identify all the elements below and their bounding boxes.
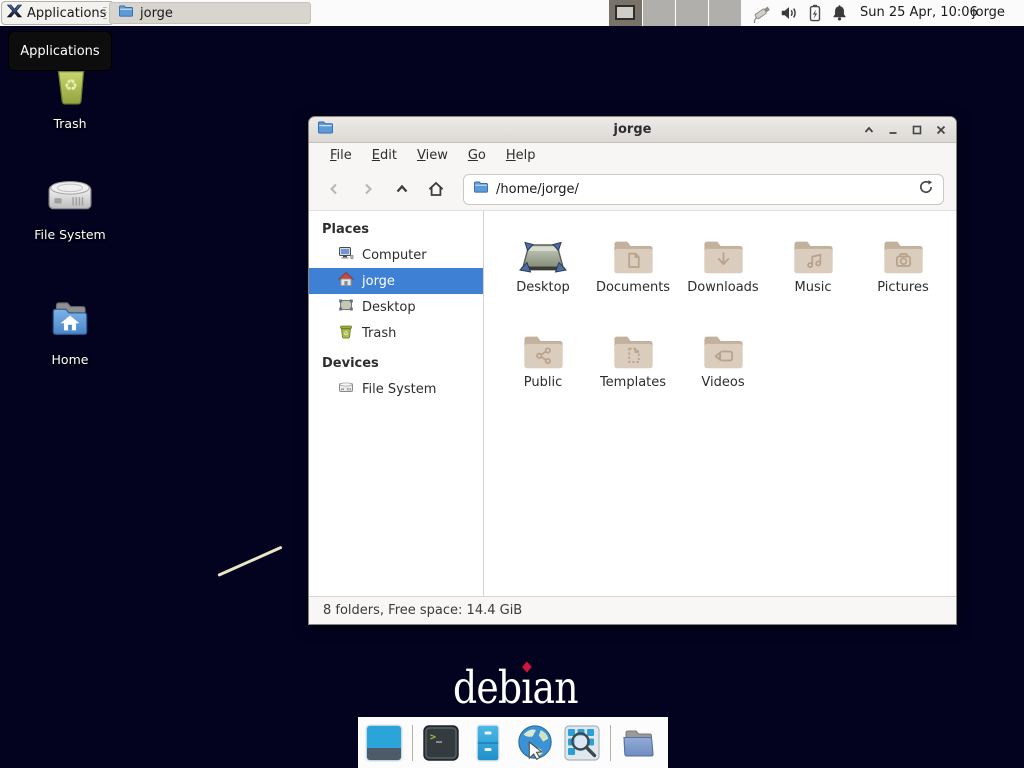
sidebar: Places Computer bbox=[309, 211, 484, 596]
desktop-icon-label: Trash bbox=[53, 116, 86, 131]
toolbar: /home/jorge/ bbox=[309, 168, 956, 210]
logo-text-pre: deb bbox=[453, 661, 521, 714]
sidebar-item-jorge[interactable]: jorge bbox=[309, 268, 483, 294]
xfce-x-icon bbox=[6, 3, 22, 23]
notification-bell-icon[interactable] bbox=[830, 3, 850, 23]
home-folder-icon bbox=[45, 292, 95, 346]
applications-menu-button[interactable]: Applications bbox=[1, 1, 114, 25]
computer-icon bbox=[338, 245, 354, 265]
sidebar-places-header: Places bbox=[309, 218, 483, 242]
menu-go[interactable]: Go bbox=[459, 145, 495, 166]
dock: > _ bbox=[358, 717, 668, 768]
desktop-icon-home[interactable]: Home bbox=[20, 292, 120, 367]
workspace-1[interactable] bbox=[609, 0, 642, 26]
desktop-icon-label: Home bbox=[52, 352, 89, 367]
desktop-special-icon bbox=[518, 227, 568, 277]
file-music[interactable]: Music bbox=[768, 227, 858, 322]
taskbar-folder-icon bbox=[118, 4, 134, 22]
menu-view[interactable]: View bbox=[408, 145, 457, 166]
taskbar-button-label: jorge bbox=[140, 6, 173, 21]
folder-downloads-icon bbox=[700, 227, 747, 277]
dock-separator bbox=[412, 725, 413, 761]
top-panel: Applications jorge bbox=[0, 0, 1024, 26]
file-cabinet-icon[interactable] bbox=[469, 723, 507, 763]
forward-button[interactable] bbox=[355, 176, 381, 202]
sidebar-item-trash[interactable]: ♻ Trash bbox=[309, 320, 483, 346]
drive-small-icon bbox=[338, 379, 354, 399]
power-plug-icon[interactable] bbox=[751, 3, 771, 23]
file-videos[interactable]: Videos bbox=[678, 322, 768, 417]
window-titlebar[interactable]: jorge bbox=[309, 117, 956, 143]
logo-text-post: an bbox=[533, 661, 578, 714]
show-desktop-icon[interactable] bbox=[365, 723, 403, 763]
pathbar-folder-icon bbox=[473, 180, 489, 198]
file-public[interactable]: Public bbox=[498, 322, 588, 417]
menu-file[interactable]: File bbox=[321, 145, 361, 166]
file-pictures[interactable]: Pictures bbox=[858, 227, 948, 322]
home-icon bbox=[338, 271, 354, 291]
maximize-button[interactable] bbox=[909, 122, 924, 137]
file-documents[interactable]: Documents bbox=[588, 227, 678, 322]
svg-text:_: _ bbox=[436, 732, 443, 743]
folder-videos-icon bbox=[700, 322, 747, 372]
close-button[interactable] bbox=[933, 122, 948, 137]
volume-icon[interactable] bbox=[779, 3, 799, 23]
address-text: /home/jorge/ bbox=[496, 182, 579, 197]
battery-charging-icon[interactable] bbox=[806, 3, 826, 23]
workspace-4[interactable] bbox=[708, 0, 741, 26]
folder-pictures-icon bbox=[880, 227, 927, 277]
applications-label: Applications bbox=[27, 6, 106, 21]
workspace-3[interactable] bbox=[675, 0, 708, 26]
folder-documents-icon bbox=[610, 227, 657, 277]
file-templates[interactable]: Templates bbox=[588, 322, 678, 417]
taskbar-button-jorge[interactable]: jorge bbox=[109, 2, 311, 24]
file-downloads[interactable]: Downloads bbox=[678, 227, 768, 322]
file-manager-window: jorge File Edit View Go Help bbox=[308, 116, 957, 625]
workspace-switcher bbox=[609, 0, 741, 26]
panel-username[interactable]: jorge bbox=[972, 0, 1005, 26]
menu-edit[interactable]: Edit bbox=[363, 145, 406, 166]
menu-help[interactable]: Help bbox=[497, 145, 545, 166]
app-finder-icon[interactable] bbox=[563, 723, 601, 763]
dock-folder-icon[interactable] bbox=[620, 723, 658, 763]
window-title: jorge bbox=[309, 122, 956, 137]
terminal-icon[interactable]: > _ bbox=[422, 723, 460, 763]
file-grid: Desktop Documents bbox=[484, 211, 956, 596]
panel-handle[interactable] bbox=[101, 5, 108, 21]
reload-button[interactable] bbox=[918, 179, 934, 199]
sidebar-item-filesystem[interactable]: File System bbox=[309, 376, 483, 402]
trash-small-icon: ♻ bbox=[338, 323, 354, 343]
debian-logo: debıan bbox=[453, 661, 578, 714]
menubar: File Edit View Go Help bbox=[309, 143, 956, 168]
svg-text:♻: ♻ bbox=[64, 76, 78, 94]
applications-tooltip: Applications bbox=[8, 31, 112, 71]
dock-separator bbox=[610, 725, 611, 761]
folder-music-icon bbox=[790, 227, 837, 277]
address-bar[interactable]: /home/jorge/ bbox=[463, 174, 944, 205]
minimize-button[interactable] bbox=[885, 122, 900, 137]
panel-clock[interactable]: Sun 25 Apr, 10:06 bbox=[860, 0, 978, 26]
up-button[interactable] bbox=[389, 176, 415, 202]
hard-drive-icon bbox=[45, 167, 95, 221]
wallpaper-line-artifact bbox=[217, 546, 282, 577]
back-button[interactable] bbox=[321, 176, 347, 202]
sidebar-devices-header: Devices bbox=[309, 346, 483, 376]
home-button[interactable] bbox=[423, 176, 449, 202]
workspace-window-miniature bbox=[615, 5, 635, 20]
statusbar: 8 folders, Free space: 14.4 GiB bbox=[309, 596, 956, 624]
logo-letter-i: ı bbox=[521, 661, 532, 714]
desktop-icon bbox=[338, 297, 354, 317]
desktop-icon-label: File System bbox=[34, 227, 106, 242]
sidebar-item-computer[interactable]: Computer bbox=[309, 242, 483, 268]
file-desktop[interactable]: Desktop bbox=[498, 227, 588, 322]
web-browser-globe-icon[interactable] bbox=[516, 723, 554, 763]
sidebar-item-desktop[interactable]: Desktop bbox=[309, 294, 483, 320]
svg-text:♻: ♻ bbox=[343, 330, 348, 337]
shade-button[interactable] bbox=[861, 122, 876, 137]
folder-templates-icon bbox=[610, 322, 657, 372]
desktop-icon-filesystem[interactable]: File System bbox=[20, 167, 120, 242]
folder-public-icon bbox=[520, 322, 567, 372]
workspace-2[interactable] bbox=[642, 0, 675, 26]
